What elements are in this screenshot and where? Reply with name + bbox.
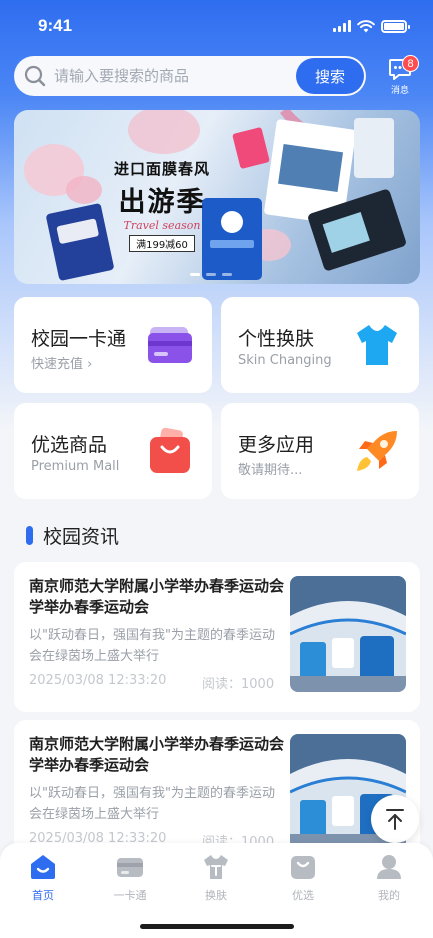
banner-title: 出游季: [118, 187, 206, 218]
news-date: 2025/03/08 12:33:20: [29, 673, 167, 688]
banner-pagination-dots[interactable]: [190, 273, 232, 276]
feature-title: 更多应用: [238, 434, 315, 456]
search-button[interactable]: 搜索: [296, 58, 364, 94]
feature-card-more-apps[interactable]: 更多应用 敬请期待...: [221, 403, 419, 499]
home-icon: [31, 855, 55, 879]
feature-title: 优选商品: [31, 434, 108, 456]
banner-dot: [206, 273, 216, 276]
shopping-bag-icon: [150, 427, 190, 473]
scroll-to-top-button[interactable]: [371, 795, 419, 843]
banner-promo-tag: 满199减60: [129, 235, 195, 252]
news-title: 南京师范大学附属小学举办春季运动会学举办春季运动会: [29, 735, 285, 774]
rocket-icon: [357, 431, 397, 471]
cellular-signal-icon: [333, 20, 351, 32]
feature-card-premium-mall[interactable]: 优选商品 Premium Mall: [14, 403, 212, 499]
search-icon: [24, 65, 46, 87]
search-input[interactable]: [54, 67, 274, 85]
tab-label: 我的: [378, 889, 400, 902]
tab-campus-card[interactable]: 一卡通: [95, 853, 165, 903]
banner-dot-active: [190, 273, 200, 276]
messages-count-badge: 8: [402, 55, 419, 72]
banner-product-illustration: [24, 110, 406, 281]
section-title: 校园资讯: [43, 526, 120, 548]
tab-home[interactable]: 首页: [8, 853, 78, 903]
news-read-count: 阅读：1000: [202, 677, 275, 692]
feature-subtitle: 敬请期待...: [238, 463, 303, 478]
news-summary: 以"跃动春日，强国有我"为主题的春季运动会在绿茵场上盛大举行: [29, 628, 275, 664]
messages-button[interactable]: 8 消息: [380, 55, 420, 98]
tab-skin[interactable]: 换肤: [181, 853, 251, 903]
user-icon: [377, 855, 401, 879]
status-bar: 9:41: [0, 0, 433, 52]
tab-mine[interactable]: 我的: [354, 853, 424, 903]
news-summary: 以"跃动春日，强国有我"为主题的春季运动会在绿茵场上盛大举行: [29, 786, 275, 822]
tab-premium[interactable]: 优选: [268, 853, 338, 903]
news-card[interactable]: 南京师范大学附属小学举办春季运动会学举办春季运动会 以"跃动春日，强国有我"为主…: [14, 562, 420, 712]
feature-subtitle: 快速充值 ›: [31, 357, 93, 372]
banner-script-text: Travel season: [123, 219, 201, 232]
search-row: 搜索 8 消息: [14, 55, 420, 98]
tshirt-icon: [204, 855, 228, 879]
home-indicator: [140, 924, 294, 929]
tshirt-icon: [357, 325, 397, 365]
news-title: 南京师范大学附属小学举办春季运动会学举办春季运动会: [29, 577, 285, 616]
search-box: 搜索: [14, 56, 366, 96]
feature-subtitle: Premium Mall: [31, 459, 120, 474]
status-time: 9:41: [38, 16, 73, 35]
news-thumbnail: [290, 576, 406, 692]
banner-dot: [222, 273, 232, 276]
card-icon: [148, 327, 192, 363]
status-icons: [333, 19, 410, 33]
feature-card-skin-changing[interactable]: 个性换肤 Skin Changing: [221, 297, 419, 393]
feature-title: 个性换肤: [238, 328, 315, 350]
tab-label: 换肤: [205, 889, 227, 902]
banner-headline: 进口面膜春风: [114, 160, 211, 178]
feature-subtitle: Skin Changing: [238, 353, 332, 368]
feature-card-campus-card[interactable]: 校园一卡通 快速充值 ›: [14, 297, 212, 393]
tab-label: 一卡通: [113, 889, 147, 902]
battery-icon: [381, 19, 410, 33]
wifi-icon: [357, 19, 375, 32]
card-icon: [117, 858, 143, 877]
promo-banner[interactable]: 进口面膜春风 出游季 Travel season 满199减60: [14, 110, 420, 284]
arrow-up-to-top-icon: [386, 809, 404, 830]
shopping-bag-icon: [291, 856, 315, 879]
news-section-header: 校园资讯: [26, 522, 119, 549]
messages-label: 消息: [390, 86, 409, 96]
feature-title: 校园一卡通: [31, 328, 127, 350]
tab-label: 首页: [32, 889, 54, 902]
section-marker: [26, 526, 33, 545]
tab-label: 优选: [292, 889, 314, 902]
banner-text-block: 进口面膜春风 出游季 Travel season 满199减60: [114, 158, 210, 252]
